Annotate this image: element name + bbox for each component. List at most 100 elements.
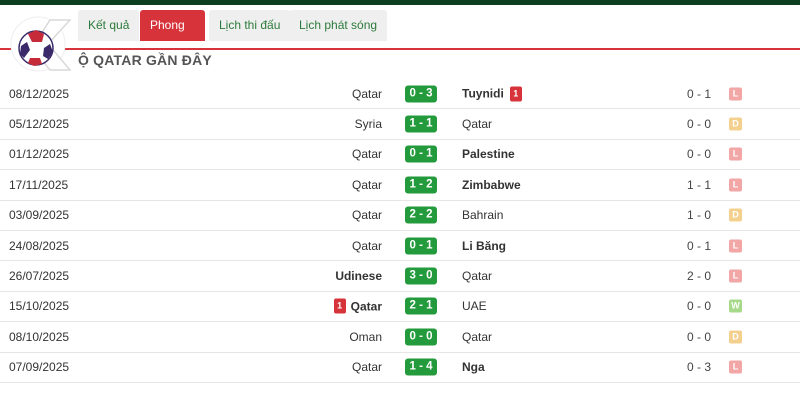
away-team-cell: Qatar	[462, 269, 492, 283]
home-team[interactable]: Qatar	[352, 239, 382, 253]
match-date: 08/10/2025	[9, 329, 70, 344]
half-time-score: 0 - 3	[687, 360, 712, 375]
home-team-cell: Qatar	[352, 239, 382, 253]
match-date: 03/09/2025	[9, 208, 70, 223]
match-date: 26/07/2025	[9, 269, 70, 284]
away-team[interactable]: Tuynidi	[462, 87, 504, 101]
home-team[interactable]: Syria	[355, 117, 382, 131]
away-team[interactable]: Qatar	[462, 269, 492, 283]
home-team-cell: Qatar	[352, 147, 382, 161]
red-card-icon: 1	[333, 298, 346, 314]
site-logo	[10, 16, 72, 72]
home-team-cell: Qatar	[352, 178, 382, 192]
top-bar	[0, 0, 800, 5]
half-time-score: 2 - 0	[687, 269, 712, 284]
score-badge[interactable]: 3 - 0	[405, 267, 437, 285]
result-badge: D	[729, 208, 742, 222]
half-time-score: 0 - 1	[687, 238, 712, 253]
result-badge: L	[729, 147, 742, 161]
match-row[interactable]: 24/08/2025 Qatar 0 - 1 Li Băng 0 - 1 L	[0, 231, 800, 262]
away-team[interactable]: Nga	[462, 360, 485, 374]
away-team-cell: Qatar	[462, 330, 492, 344]
score-badge[interactable]: 0 - 1	[405, 145, 437, 163]
half-time-score: 0 - 0	[687, 117, 712, 132]
result-badge: D	[729, 117, 742, 131]
home-team[interactable]: Qatar	[352, 360, 382, 374]
half-time-score: 1 - 0	[687, 208, 712, 223]
home-team-cell: Qatar	[352, 87, 382, 101]
tab-bar: Kết quả Phong độ Lịch thi đấu Lịch phát …	[0, 8, 800, 63]
match-row[interactable]: 17/11/2025 Qatar 1 - 2 Zimbabwe 1 - 1 L	[0, 170, 800, 201]
match-row[interactable]: 03/09/2025 Qatar 2 - 2 Bahrain 1 - 0 D	[0, 201, 800, 231]
result-badge: W	[729, 299, 742, 313]
home-team[interactable]: Qatar	[352, 208, 382, 222]
away-team[interactable]: Li Băng	[462, 239, 506, 253]
result-badge: L	[729, 239, 742, 253]
match-row[interactable]: 05/12/2025 Syria 1 - 1 Qatar 0 - 0 D	[0, 109, 800, 140]
match-date: 05/12/2025	[9, 117, 70, 132]
red-card-icon: 1	[509, 86, 522, 102]
away-team-cell: Bahrain	[462, 208, 503, 222]
away-team-cell: Qatar	[462, 117, 492, 131]
match-row[interactable]: 01/12/2025 Qatar 0 - 1 Palestine 0 - 0 L	[0, 140, 800, 171]
tab-fixtures[interactable]: Lịch thi đấu	[209, 10, 291, 41]
score-badge[interactable]: 0 - 3	[405, 85, 437, 103]
match-row[interactable]: 08/12/2025 Qatar 0 - 3 Tuynidi 1 0 - 1 L	[0, 79, 800, 110]
score-badge[interactable]: 1 - 2	[405, 176, 437, 194]
away-team[interactable]: Zimbabwe	[462, 178, 521, 192]
home-team[interactable]: Qatar	[352, 87, 382, 101]
result-badge: D	[729, 330, 742, 344]
home-team[interactable]: Udinese	[335, 269, 382, 283]
match-date: 17/11/2025	[9, 177, 69, 192]
home-team[interactable]: Qatar	[352, 147, 382, 161]
result-badge: L	[729, 178, 742, 192]
away-team[interactable]: Palestine	[462, 147, 515, 161]
result-badge: L	[729, 269, 742, 283]
tab-results[interactable]: Kết quả	[78, 10, 140, 41]
match-row[interactable]: 15/10/2025 1 Qatar 2 - 1 UAE 0 - 0 W	[0, 292, 800, 323]
score-badge[interactable]: 0 - 0	[405, 328, 437, 346]
match-list: 08/12/2025 Qatar 0 - 3 Tuynidi 1 0 - 1 L …	[0, 79, 800, 383]
home-team[interactable]: Oman	[349, 330, 382, 344]
away-team[interactable]: UAE	[462, 299, 487, 313]
away-team-cell: Palestine	[462, 147, 515, 161]
result-badge: L	[729, 360, 742, 374]
match-date: 07/09/2025	[9, 360, 70, 375]
match-row[interactable]: 07/09/2025 Qatar 1 - 4 Nga 0 - 3 L	[0, 353, 800, 383]
soccer-ball-icon	[18, 30, 54, 66]
score-badge[interactable]: 1 - 4	[405, 358, 437, 376]
away-team-cell: Zimbabwe	[462, 178, 521, 192]
away-team-cell: UAE	[462, 299, 487, 313]
match-row[interactable]: 08/10/2025 Oman 0 - 0 Qatar 0 - 0 D	[0, 322, 800, 353]
away-team[interactable]: Qatar	[462, 330, 492, 344]
tab-underline	[0, 48, 800, 50]
home-team-cell: Qatar	[352, 208, 382, 222]
half-time-score: 1 - 1	[687, 177, 712, 192]
match-row[interactable]: 26/07/2025 Udinese 3 - 0 Qatar 2 - 0 L	[0, 261, 800, 292]
half-time-score: 0 - 0	[687, 329, 712, 344]
score-badge[interactable]: 1 - 1	[405, 115, 437, 133]
score-badge[interactable]: 2 - 1	[405, 297, 437, 315]
result-badge: L	[729, 87, 742, 101]
section-title: Ộ QATAR GẦN ĐÂY	[78, 52, 212, 68]
home-team-cell: Qatar	[352, 360, 382, 374]
away-team-cell: Tuynidi 1	[462, 86, 522, 102]
score-badge[interactable]: 0 - 1	[405, 237, 437, 255]
tab-form[interactable]: Phong độ	[140, 10, 205, 63]
score-badge[interactable]: 2 - 2	[405, 206, 437, 224]
match-date: 15/10/2025	[9, 299, 70, 314]
match-date: 24/08/2025	[9, 238, 70, 253]
match-date: 01/12/2025	[9, 147, 70, 162]
home-team[interactable]: Qatar	[352, 178, 382, 192]
away-team-cell: Li Băng	[462, 239, 506, 253]
away-team[interactable]: Qatar	[462, 117, 492, 131]
half-time-score: 0 - 1	[687, 86, 712, 101]
home-team[interactable]: Qatar	[351, 299, 382, 313]
half-time-score: 0 - 0	[687, 147, 712, 162]
away-team-cell: Nga	[462, 360, 485, 374]
home-team-cell: Syria	[355, 117, 382, 131]
home-team-cell: Udinese	[335, 269, 382, 283]
tab-broadcast-schedule[interactable]: Lịch phát sóng	[289, 10, 388, 41]
match-date: 08/12/2025	[9, 86, 70, 101]
away-team[interactable]: Bahrain	[462, 208, 503, 222]
